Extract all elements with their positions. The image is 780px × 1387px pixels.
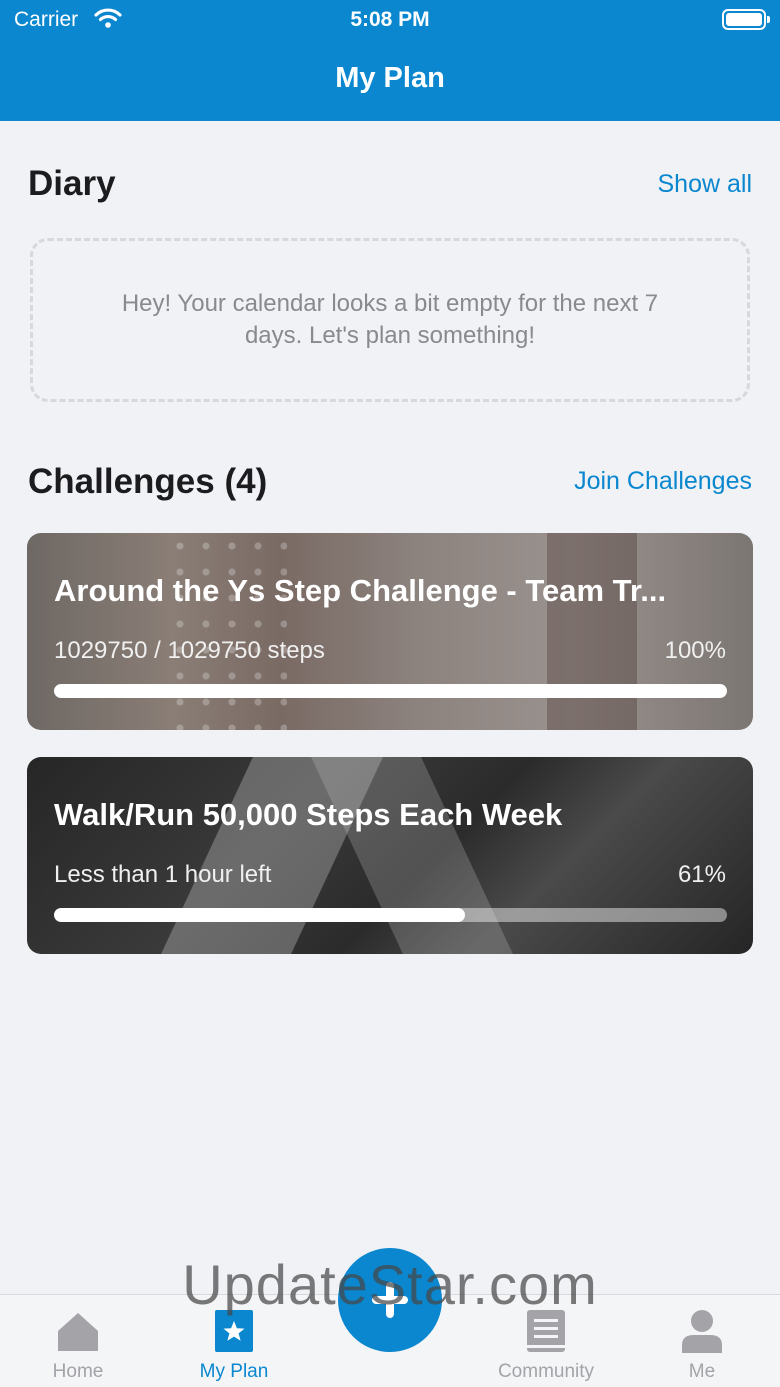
challenge-card[interactable]: Around the Ys Step Challenge - Team Tr..… — [27, 533, 753, 730]
challenge-card[interactable]: Walk/Run 50,000 Steps Each Week Less tha… — [27, 757, 753, 954]
person-icon — [680, 1309, 724, 1358]
add-button[interactable] — [338, 1248, 442, 1352]
challenge-card-image-shade — [547, 533, 637, 730]
tab-community[interactable]: Community — [468, 1295, 624, 1387]
challenge-percent: 100% — [664, 637, 726, 664]
tab-my-plan-label: My Plan — [199, 1361, 269, 1382]
book-icon — [526, 1309, 566, 1358]
page-title: My Plan — [335, 62, 445, 94]
star-calendar-icon — [214, 1309, 254, 1358]
join-challenges-link[interactable]: Join Challenges — [574, 467, 752, 496]
challenge-progress-bar — [54, 908, 727, 922]
tab-me-label: Me — [688, 1361, 716, 1382]
status-bar: Carrier 5:08 PM — [0, 0, 780, 40]
challenge-title: Walk/Run 50,000 Steps Each Week — [54, 797, 563, 832]
tab-home[interactable]: Home — [0, 1295, 156, 1387]
challenge-percent: 61% — [677, 861, 726, 888]
diary-empty-state[interactable]: Hey! Your calendar looks a bit empty for… — [30, 238, 750, 402]
tab-me[interactable]: Me — [624, 1295, 780, 1387]
challenge-progress-text: 1029750 / 1029750 steps — [54, 637, 325, 664]
challenge-card-image-marking — [311, 757, 513, 954]
challenge-progress-bar — [54, 684, 727, 698]
progress-fill — [54, 684, 727, 698]
challenge-time-left: Less than 1 hour left — [54, 861, 272, 888]
navigation-header: Carrier 5:08 PM My Plan — [0, 0, 780, 121]
progress-fill — [54, 908, 465, 922]
home-icon — [56, 1309, 100, 1358]
show-all-link[interactable]: Show all — [658, 170, 753, 199]
status-time: 5:08 PM — [350, 8, 430, 31]
diary-empty-message: Hey! Your calendar looks a bit empty for… — [121, 290, 659, 349]
challenges-heading: Challenges (4) — [28, 462, 268, 501]
tab-my-plan[interactable]: My Plan — [156, 1295, 312, 1387]
challenge-card-image — [167, 533, 287, 730]
tab-home-label: Home — [52, 1361, 104, 1382]
tab-community-label: Community — [497, 1361, 595, 1382]
challenge-title: Around the Ys Step Challenge - Team Tr..… — [54, 573, 667, 608]
battery-icon — [722, 9, 770, 30]
diary-heading: Diary — [28, 164, 116, 203]
